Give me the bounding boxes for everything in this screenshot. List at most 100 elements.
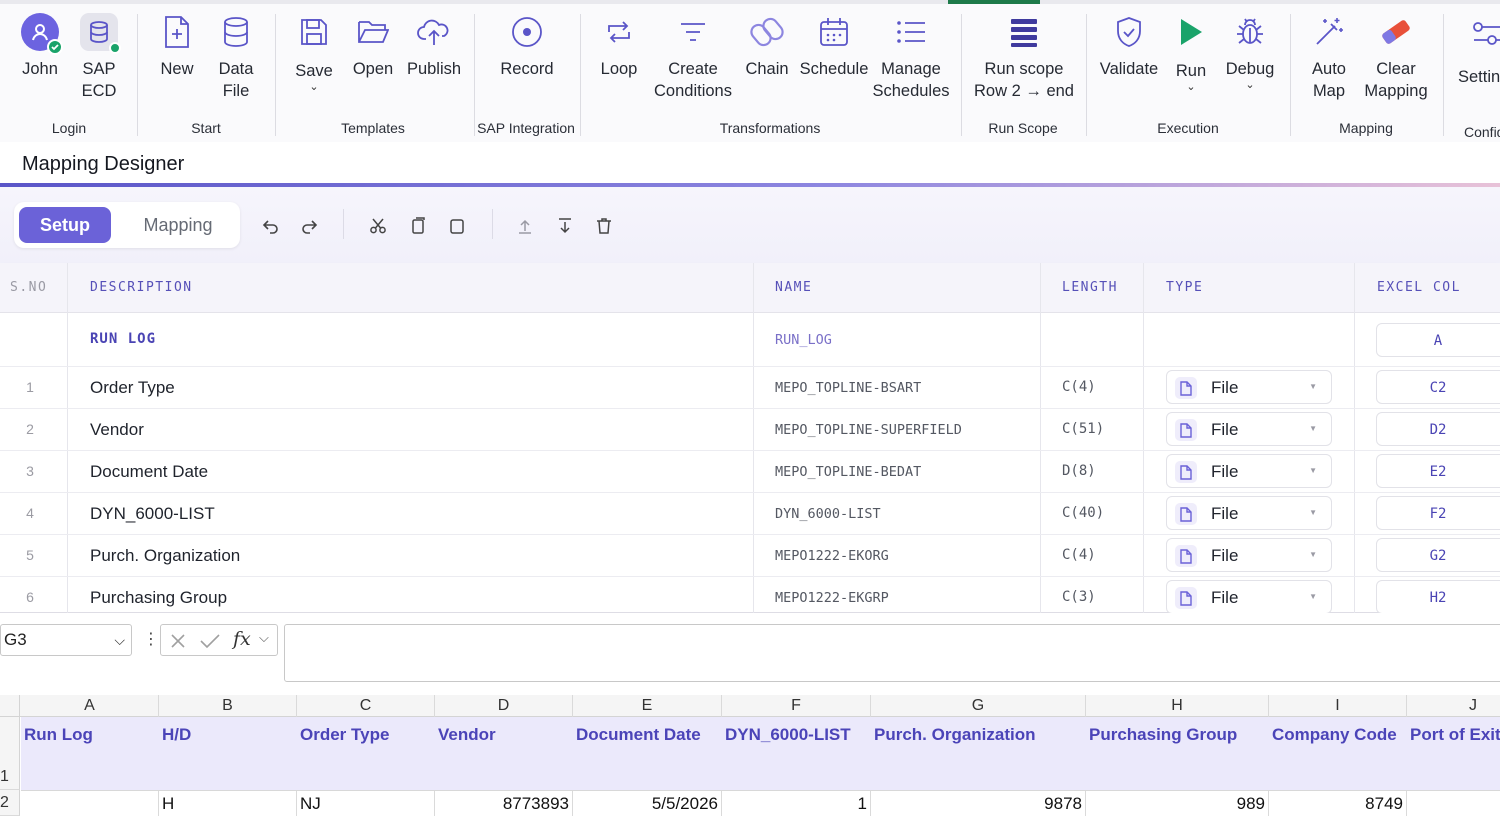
run-log-excel-col[interactable]: A [1376, 323, 1500, 357]
manage-schedules-button[interactable]: Manage Schedules [869, 12, 953, 102]
select-all-corner[interactable] [0, 695, 20, 717]
manage-schedules-line2: Schedules [872, 82, 950, 100]
sap-ecd-button[interactable]: SAP ECD [57, 12, 141, 102]
excel-col-input[interactable]: E2 [1376, 454, 1500, 488]
type-select[interactable]: File ▼ [1166, 454, 1332, 488]
excel-data-cell[interactable]: 989 [1086, 791, 1269, 816]
bug-icon [1230, 12, 1270, 52]
row-header-2[interactable]: 2 [0, 790, 20, 816]
copy-icon[interactable] [407, 215, 429, 237]
excel-data-cell[interactable] [21, 791, 159, 816]
tab-mapping[interactable]: Mapping [126, 207, 230, 243]
delete-icon[interactable] [593, 215, 615, 237]
column-header-h[interactable]: H [1086, 695, 1269, 717]
publish-button[interactable]: Publish [392, 12, 476, 80]
type-select[interactable]: File ▼ [1166, 538, 1332, 572]
new-file-icon [157, 12, 197, 52]
column-header-d[interactable]: D [435, 695, 573, 717]
debug-button[interactable]: Debug ⌄ [1208, 12, 1292, 91]
excel-data-cell[interactable]: NJ [297, 791, 435, 816]
more-options-icon[interactable]: ⋮ [143, 629, 159, 649]
excel-header-cell[interactable]: H/D [162, 725, 191, 745]
app-window: John SAP ECD Login New Data File Start S… [0, 0, 1500, 816]
name-box[interactable]: G3 ⌵ [0, 624, 132, 656]
excel-header-cell[interactable]: Purchasing Group [1089, 725, 1237, 745]
schedule-button[interactable]: Schedule [792, 12, 876, 80]
column-header-a[interactable]: A [21, 695, 159, 717]
excel-data-cell[interactable]: H [159, 791, 297, 816]
excel-col-input[interactable]: F2 [1376, 496, 1500, 530]
chain-link-icon [747, 12, 787, 52]
clear-mapping-button[interactable]: Clear Mapping [1354, 12, 1438, 102]
cancel-formula-icon[interactable] [169, 632, 187, 650]
column-header-b[interactable]: B [159, 695, 297, 717]
column-header-j[interactable]: J [1407, 695, 1500, 717]
excel-data-cell[interactable]: 1 [722, 791, 871, 816]
column-header-i[interactable]: I [1269, 695, 1407, 717]
table-row-run-log[interactable]: RUN LOG RUN_LOG A [0, 314, 1500, 367]
chevron-down-icon[interactable]: ⌄ [1186, 80, 1195, 93]
row-description: DYN_6000-LIST [90, 504, 215, 523]
formula-input[interactable] [284, 624, 1500, 682]
table-row[interactable]: 1 Order Type MEPO_TOPLINE-BSART C(4) File ▼ C2 [0, 367, 1500, 409]
settings-sliders-icon[interactable] [1472, 18, 1500, 55]
table-row[interactable]: 5 Purch. Organization MEPO1222-EKORG C(4) Fi… [0, 535, 1500, 577]
create-conditions-button[interactable]: Create Conditions [651, 12, 735, 102]
undo-icon[interactable] [260, 215, 282, 237]
paste-icon[interactable] [446, 215, 468, 237]
excel-col-input[interactable]: G2 [1376, 538, 1500, 572]
excel-header-cell[interactable]: Company Code [1272, 725, 1397, 745]
type-value: File [1211, 420, 1239, 439]
calendar-icon [814, 12, 854, 52]
chevron-down-icon[interactable]: ⌵ [114, 625, 125, 655]
loop-button[interactable]: Loop [577, 12, 661, 80]
excel-data-cell[interactable]: 5/5/2026 [573, 791, 722, 816]
chevron-down-icon[interactable]: ⌄ [1245, 78, 1254, 91]
row-header-1[interactable]: 1 [0, 717, 20, 790]
table-row[interactable]: 3 Document Date MEPO_TOPLINE-BEDAT D(8) File… [0, 451, 1500, 493]
insert-function-icon[interactable]: fx [233, 628, 251, 650]
excel-header-cell[interactable]: Port of Exit [1410, 725, 1500, 745]
excel-col-input[interactable]: C2 [1376, 370, 1500, 404]
excel-header-cell[interactable]: DYN_6000-LIST [725, 725, 851, 745]
confirm-formula-icon[interactable] [199, 632, 221, 650]
run-scope-button[interactable]: Run scope Row 2 → end [969, 12, 1079, 102]
column-header-g[interactable]: G [871, 695, 1086, 717]
row-description: Document Date [90, 462, 209, 481]
excel-header-cell[interactable]: Purch. Organization [874, 725, 1036, 745]
type-select[interactable]: File ▼ [1166, 496, 1332, 530]
type-select[interactable]: File ▼ [1166, 370, 1332, 404]
chevron-down-icon[interactable]: ⌄ [309, 80, 318, 93]
excel-data-cell[interactable] [1407, 791, 1500, 816]
settings-button[interactable]: Settings [1458, 68, 1500, 87]
record-button[interactable]: Record [485, 12, 569, 80]
eraser-icon [1376, 12, 1416, 52]
column-header-e[interactable]: E [573, 695, 722, 717]
excel-header-cell[interactable]: Document Date [576, 725, 701, 745]
excel-data-cell[interactable]: 9878 [871, 791, 1086, 816]
cut-icon[interactable] [367, 215, 389, 237]
excel-header-cell[interactable]: Vendor [438, 725, 496, 745]
redo-icon[interactable] [298, 215, 320, 237]
move-down-icon[interactable] [554, 215, 576, 237]
caret-down-icon: ▼ [1309, 466, 1317, 475]
type-select[interactable]: File ▼ [1166, 580, 1332, 614]
row-name: DYN_6000-LIST [775, 506, 881, 522]
run-label: Run [1175, 62, 1207, 80]
excel-col-input[interactable]: D2 [1376, 412, 1500, 446]
excel-header-cell[interactable]: Run Log [24, 725, 93, 745]
table-row[interactable]: 2 Vendor MEPO_TOPLINE-SUPERFIELD C(51) File ▼… [0, 409, 1500, 451]
data-file-button[interactable]: Data File [194, 12, 278, 102]
column-header-c[interactable]: C [297, 695, 435, 717]
excel-data-cell[interactable]: 8773893 [435, 791, 573, 816]
ribbon-active-tab-indicator [948, 0, 1040, 4]
excel-data-cell[interactable]: 8749 [1269, 791, 1407, 816]
chevron-down-icon[interactable]: ⌵ [259, 630, 269, 646]
move-up-icon[interactable] [514, 215, 536, 237]
table-row[interactable]: 4 DYN_6000-LIST DYN_6000-LIST C(40) File ▼ F2 [0, 493, 1500, 535]
tab-setup[interactable]: Setup [19, 207, 111, 243]
type-select[interactable]: File ▼ [1166, 412, 1332, 446]
excel-header-cell[interactable]: Order Type [300, 725, 389, 745]
excel-col-input[interactable]: H2 [1376, 580, 1500, 614]
column-header-f[interactable]: F [722, 695, 871, 717]
